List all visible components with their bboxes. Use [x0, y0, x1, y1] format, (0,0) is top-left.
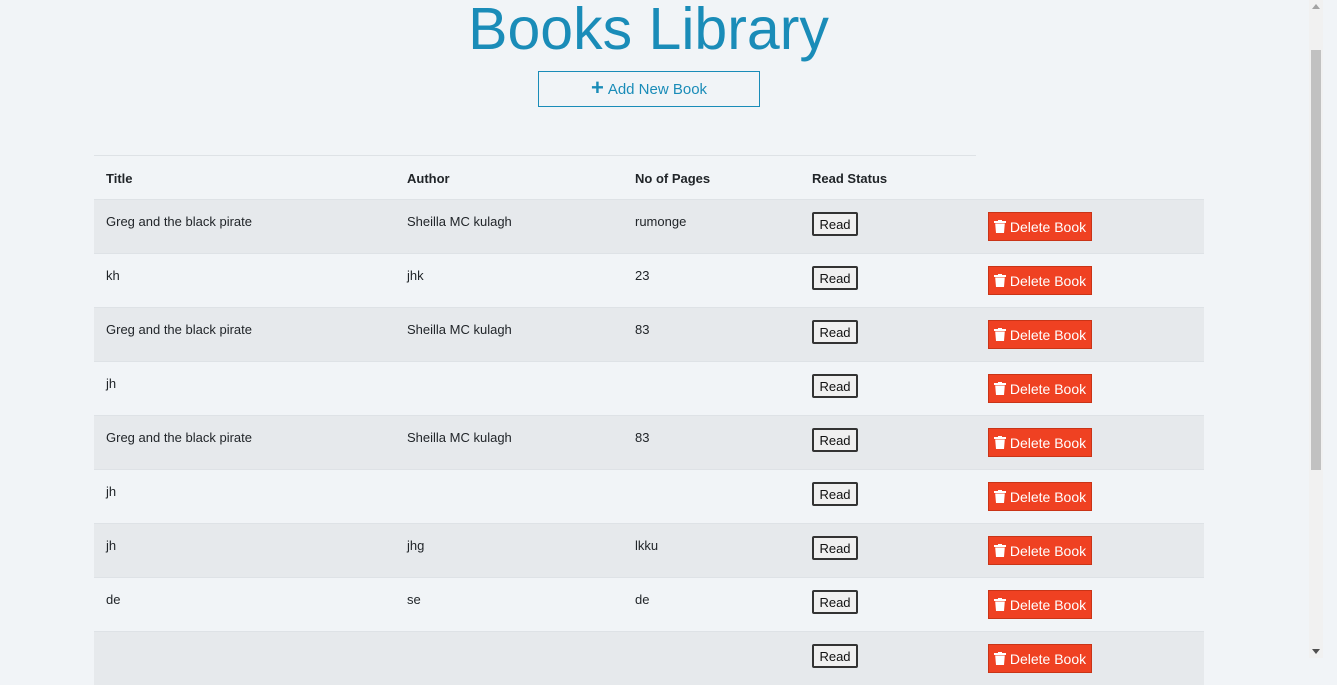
- delete-book-label: Delete Book: [1009, 596, 1087, 613]
- column-header-author: Author: [407, 171, 450, 186]
- cell-title: kh: [106, 268, 120, 283]
- cell-title: de: [106, 592, 121, 607]
- delete-book-label: Delete Book: [1009, 326, 1087, 343]
- trash-icon: [993, 544, 1006, 557]
- page: Books Library + Add New Book Title Autho…: [0, 0, 1323, 685]
- delete-book-button[interactable]: Delete Book: [988, 590, 1092, 619]
- cell-pages: 23: [635, 268, 650, 283]
- table-row: kh jhk 23 Read Delete Book: [94, 253, 1204, 307]
- read-status-button[interactable]: Read: [812, 320, 858, 344]
- read-status-button[interactable]: Read: [812, 482, 858, 506]
- delete-book-button[interactable]: Delete Book: [988, 536, 1092, 565]
- cell-pages: lkku: [635, 538, 659, 553]
- delete-book-button[interactable]: Delete Book: [988, 320, 1092, 349]
- read-status-button[interactable]: Read: [812, 428, 858, 452]
- trash-icon: [993, 490, 1006, 503]
- cell-title: Greg and the black pirate: [106, 322, 252, 337]
- vertical-scrollbar[interactable]: [1309, 0, 1323, 658]
- trash-icon: [993, 652, 1006, 665]
- plus-icon: +: [590, 75, 604, 100]
- column-header-pages: No of Pages: [635, 171, 711, 186]
- trash-icon: [993, 598, 1006, 611]
- cell-author: jhk: [407, 268, 424, 283]
- delete-book-label: Delete Book: [1009, 542, 1087, 559]
- delete-book-button[interactable]: Delete Book: [988, 266, 1092, 295]
- add-new-book-label: Add New Book: [607, 80, 708, 98]
- delete-book-button[interactable]: Delete Book: [988, 428, 1092, 457]
- table-row: jh Read Delete Book: [94, 469, 1204, 523]
- read-status-button[interactable]: Read: [812, 536, 858, 560]
- add-new-book-button[interactable]: + Add New Book: [538, 71, 760, 107]
- scroll-up-arrow-icon[interactable]: [1312, 4, 1320, 9]
- read-status-button[interactable]: Read: [812, 266, 858, 290]
- column-header-read-status: Read Status: [812, 171, 888, 186]
- table-row: Greg and the black pirate Sheilla MC kula…: [94, 199, 1204, 253]
- delete-book-label: Delete Book: [1009, 434, 1087, 451]
- scroll-down-arrow-icon[interactable]: [1312, 649, 1320, 654]
- delete-book-label: Delete Book: [1009, 380, 1087, 397]
- table-row: jh Read Delete Book: [94, 361, 1204, 415]
- read-status-button[interactable]: Read: [812, 374, 858, 398]
- read-status-button[interactable]: Read: [812, 212, 858, 236]
- cell-pages: 83: [635, 322, 650, 337]
- table-row: Greg and the black pirate Sheilla MC kula…: [94, 415, 1204, 469]
- page-title: Books Library: [468, 0, 829, 62]
- delete-book-button[interactable]: Delete Book: [988, 374, 1092, 403]
- trash-icon: [993, 274, 1006, 287]
- cell-author: Sheilla MC kulagh: [407, 322, 512, 337]
- delete-book-label: Delete Book: [1009, 272, 1087, 289]
- trash-icon: [993, 382, 1006, 395]
- table-row: de se de Read Delete Book: [94, 577, 1204, 631]
- scrollbar-thumb[interactable]: [1311, 50, 1321, 470]
- table-row: Read Delete Book: [94, 631, 1204, 685]
- table-row: jh jhg lkku Read Delete Book: [94, 523, 1204, 577]
- cell-pages: 83: [635, 430, 650, 445]
- cell-pages: rumonge: [635, 214, 687, 229]
- delete-book-label: Delete Book: [1009, 488, 1087, 505]
- trash-icon: [993, 328, 1006, 341]
- delete-book-button[interactable]: Delete Book: [988, 212, 1092, 241]
- delete-book-button[interactable]: Delete Book: [988, 644, 1092, 673]
- books-table: Title Author No of Pages Read Status Gre…: [94, 155, 1204, 685]
- read-status-button[interactable]: Read: [812, 590, 858, 614]
- cell-title: jh: [106, 484, 117, 499]
- cell-title: Greg and the black pirate: [106, 430, 252, 445]
- table-row: Greg and the black pirate Sheilla MC kula…: [94, 307, 1204, 361]
- table-body: Greg and the black pirate Sheilla MC kula…: [94, 199, 1204, 685]
- cell-author: Sheilla MC kulagh: [407, 214, 512, 229]
- cell-author: se: [407, 592, 421, 607]
- delete-book-button[interactable]: Delete Book: [988, 482, 1092, 511]
- delete-book-label: Delete Book: [1009, 218, 1087, 235]
- column-header-title: Title: [106, 171, 133, 186]
- cell-author: Sheilla MC kulagh: [407, 430, 512, 445]
- trash-icon: [993, 436, 1006, 449]
- delete-book-label: Delete Book: [1009, 650, 1087, 667]
- read-status-button[interactable]: Read: [812, 644, 858, 668]
- cell-title: jh: [106, 538, 117, 553]
- cell-title: jh: [106, 376, 117, 391]
- table-header: Title Author No of Pages Read Status: [94, 155, 976, 199]
- cell-title: Greg and the black pirate: [106, 214, 252, 229]
- cell-author: jhg: [407, 538, 425, 553]
- trash-icon: [993, 220, 1006, 233]
- cell-pages: de: [635, 592, 650, 607]
